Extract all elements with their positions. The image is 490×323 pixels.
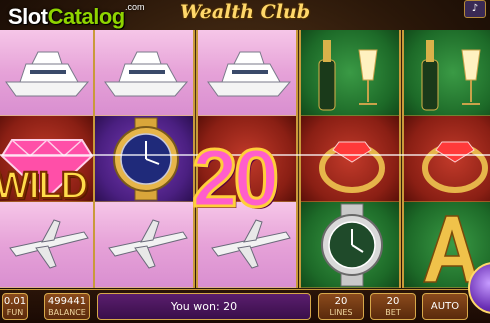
watch-icon <box>321 203 383 287</box>
game-stage: SlotCatalog .com Wealth Club ♪ WILD 20 0… <box>0 0 490 323</box>
yacht-icon <box>207 51 292 97</box>
auto-button[interactable]: AUTO <box>422 293 468 320</box>
lines-value: 20 <box>334 296 348 307</box>
yacht-icon <box>5 51 90 97</box>
watch-symbol <box>95 116 193 202</box>
yacht-icon <box>104 51 189 97</box>
balance-value: 499441 <box>47 296 87 307</box>
bet-button[interactable]: 20 BET <box>370 293 416 320</box>
champagne-symbol <box>301 30 399 116</box>
jet-symbol <box>95 202 193 288</box>
reel-1 <box>0 30 96 288</box>
coin-value: 0.01 <box>3 296 27 307</box>
ring-icon <box>319 141 385 193</box>
bet-label: BET <box>385 308 401 317</box>
reels-area: WILD 20 <box>0 30 490 288</box>
coin-value-button[interactable]: 0.01 FUN <box>2 293 28 320</box>
champagne-icon <box>421 40 481 111</box>
bet-value: 20 <box>386 296 400 307</box>
reel-4 <box>299 30 401 288</box>
bottom-bar: 0.01 FUN 499441 BALANCE You won: 20 20 L… <box>0 289 490 323</box>
yacht-symbol <box>95 30 193 116</box>
coin-label: FUN <box>6 308 24 317</box>
top-bar: SlotCatalog .com Wealth Club ♪ <box>0 0 490 30</box>
jet-icon <box>9 219 89 269</box>
yacht-symbol <box>198 30 296 116</box>
ring-symbol <box>404 116 490 202</box>
balance-label: BALANCE <box>48 308 86 317</box>
jet-icon <box>108 219 188 269</box>
game-title: Wealth Club <box>179 1 311 23</box>
reel-2 <box>93 30 195 288</box>
reel-5 <box>402 30 490 288</box>
speaker-icon[interactable]: ♪ <box>464 0 486 18</box>
ring-icon <box>422 141 488 193</box>
watch-symbol <box>301 202 399 288</box>
multiplier-label: 20 <box>190 133 280 224</box>
jet-symbol <box>0 202 94 288</box>
lines-label: LINES <box>329 308 353 317</box>
ring-symbol <box>301 116 399 202</box>
champagne-symbol <box>404 30 490 116</box>
watermark-brand-a: Slot <box>8 4 48 29</box>
win-message: You won: 20 <box>97 293 311 320</box>
watch-icon <box>113 117 179 201</box>
yacht-symbol <box>0 30 94 116</box>
watermark-suffix: .com <box>125 2 145 12</box>
watermark-brand-b: Catalog <box>47 4 126 29</box>
watermark-logo: SlotCatalog <box>8 4 125 30</box>
lines-button[interactable]: 20 LINES <box>318 293 364 320</box>
balance-display: 499441 BALANCE <box>44 293 90 320</box>
auto-label: AUTO <box>430 301 460 312</box>
wild-label: WILD <box>0 164 89 208</box>
champagne-icon <box>318 40 378 111</box>
